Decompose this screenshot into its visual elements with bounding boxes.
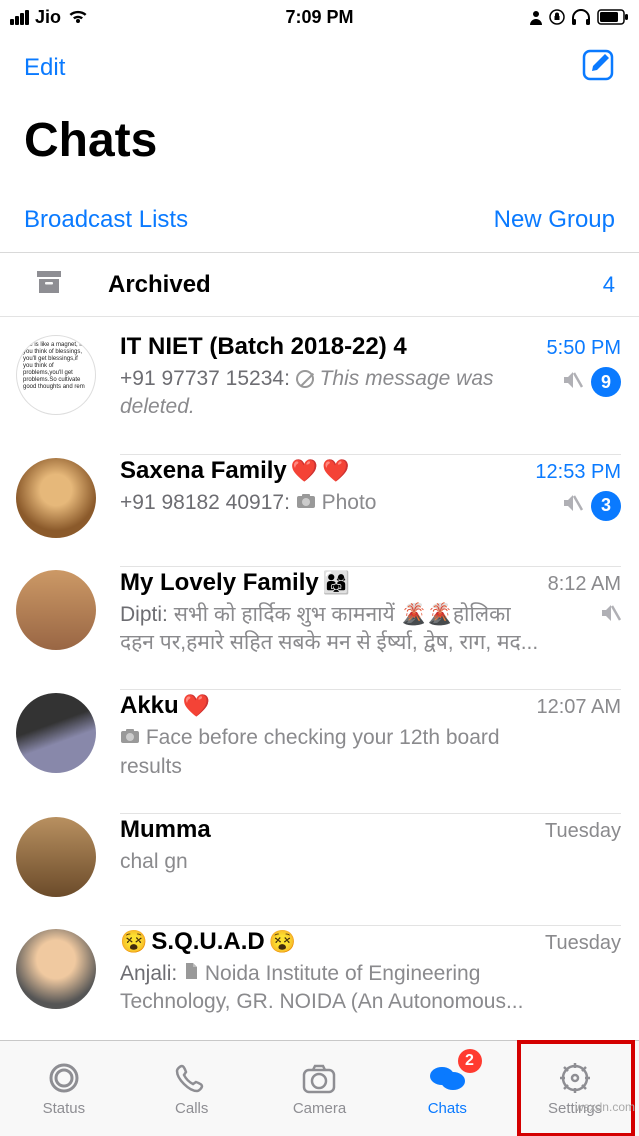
- signal-icon: [10, 10, 29, 25]
- blocked-icon: [296, 370, 314, 388]
- dizzy-icon: 😵: [120, 929, 147, 955]
- sender-label: Dipti:: [120, 603, 174, 626]
- tab-bar: Status Calls Camera 2 Chats Settings: [0, 1040, 639, 1136]
- heart-icon: ❤️: [183, 693, 210, 719]
- mute-icon: [599, 603, 621, 628]
- watermark: wsxdn.com: [575, 1100, 635, 1114]
- chat-row[interactable]: Saxena Family❤️❤️12:53 PM+91 98182 40917…: [0, 440, 639, 552]
- mute-icon: [561, 370, 583, 395]
- unread-badge: 3: [591, 491, 621, 521]
- chat-preview: chal gn: [120, 848, 188, 876]
- avatar: [16, 817, 96, 897]
- sender-label: +91 98182 40917:: [120, 491, 296, 514]
- tab-status[interactable]: Status: [0, 1041, 128, 1136]
- new-group-button[interactable]: New Group: [494, 206, 615, 234]
- heart-icon: ❤️: [322, 458, 349, 484]
- archived-label: Archived: [108, 271, 603, 299]
- battery-icon: [597, 9, 629, 25]
- avatar: [16, 693, 96, 773]
- chat-preview: +91 97737 15234: This message was delete…: [120, 365, 540, 422]
- tab-calls[interactable]: Calls: [128, 1041, 256, 1136]
- chat-preview: Face before checking your 12th board res…: [120, 724, 540, 781]
- compose-button[interactable]: [581, 48, 615, 87]
- unread-badge: 9: [591, 367, 621, 397]
- wifi-icon: [67, 9, 89, 25]
- sub-actions: Broadcast Lists New Group: [0, 178, 639, 252]
- chat-time: 12:07 AM: [536, 696, 621, 719]
- chat-list[interactable]: Life is like a magnet, if you think of b…: [0, 317, 639, 1040]
- sender-label: Anjali:: [120, 962, 183, 985]
- chat-time: 12:53 PM: [535, 461, 621, 484]
- headphones-icon: [571, 8, 591, 26]
- chats-badge: 2: [458, 1049, 482, 1073]
- tab-camera[interactable]: Camera: [256, 1041, 384, 1136]
- tab-calls-label: Calls: [175, 1100, 208, 1117]
- tab-camera-label: Camera: [293, 1100, 346, 1117]
- chat-name: IT NIET (Batch 2018-22) 4: [120, 333, 407, 361]
- chat-name: Akku: [120, 692, 179, 720]
- chat-preview: Dipti: सभी को हार्दिक शुभ कामनायें 🌋🌋होल…: [120, 601, 540, 658]
- tab-chats-label: Chats: [428, 1100, 467, 1117]
- camera-icon: [299, 1060, 339, 1096]
- tab-settings[interactable]: Settings: [511, 1041, 639, 1136]
- status-bar: Jio 7:09 PM: [0, 0, 639, 34]
- mute-icon: [561, 493, 583, 518]
- avatar: [16, 929, 96, 1009]
- nav-header: Edit: [0, 34, 639, 95]
- gear-icon: [555, 1060, 595, 1096]
- camera-icon: [296, 491, 316, 514]
- status-icon: [44, 1060, 84, 1096]
- chat-row[interactable]: Life is like a magnet, if you think of b…: [0, 317, 639, 440]
- carrier-label: Jio: [35, 7, 61, 28]
- chat-time: Tuesday: [545, 932, 621, 955]
- chat-name: Saxena Family: [120, 457, 287, 485]
- edit-button[interactable]: Edit: [24, 54, 65, 82]
- clock: 7:09 PM: [285, 7, 353, 28]
- avatar: [16, 458, 96, 538]
- rotation-lock-icon: [549, 9, 565, 25]
- avatar: Life is like a magnet, if you think of b…: [16, 335, 96, 415]
- chat-name: My Lovely Family: [120, 569, 319, 597]
- family-icon: 👨‍👩‍👧: [323, 570, 350, 596]
- chat-time: Tuesday: [545, 820, 621, 843]
- chat-name: S.Q.U.A.D: [151, 928, 264, 956]
- chat-row[interactable]: 😵S.Q.U.A.D😵 TuesdayAnjali: Noida Institut…: [0, 911, 639, 1035]
- broadcast-lists-button[interactable]: Broadcast Lists: [24, 206, 188, 234]
- chat-time: 5:50 PM: [547, 337, 621, 360]
- chat-row[interactable]: My Lovely Family👨‍👩‍👧 8:12 AM Dipti: सभी क…: [0, 552, 639, 676]
- sender-label: +91 97737 15234:: [120, 367, 296, 390]
- archived-row[interactable]: Archived 4: [0, 253, 639, 317]
- document-icon: [183, 962, 199, 985]
- tab-chats[interactable]: 2 Chats: [383, 1041, 511, 1136]
- heart-icon: ❤️: [291, 458, 318, 484]
- chat-preview: Anjali: Noida Institute of Engineering T…: [120, 960, 540, 1017]
- avatar: [16, 570, 96, 650]
- phone-icon: [172, 1060, 212, 1096]
- page-title: Chats: [0, 95, 639, 178]
- chat-name: Mumma: [120, 816, 211, 844]
- dizzy-icon: 😵: [269, 929, 296, 955]
- chat-row[interactable]: Mumma Tuesday chal gn: [0, 799, 639, 911]
- chat-preview: +91 98182 40917: Photo: [120, 489, 376, 517]
- camera-icon: [120, 726, 140, 749]
- chat-row[interactable]: Akku❤️ 12:07 AM Face before checking your…: [0, 675, 639, 799]
- archived-count: 4: [603, 272, 615, 298]
- tab-status-label: Status: [43, 1100, 86, 1117]
- chat-time: 8:12 AM: [548, 573, 621, 596]
- person-icon: [529, 9, 543, 25]
- archive-icon: [24, 269, 74, 300]
